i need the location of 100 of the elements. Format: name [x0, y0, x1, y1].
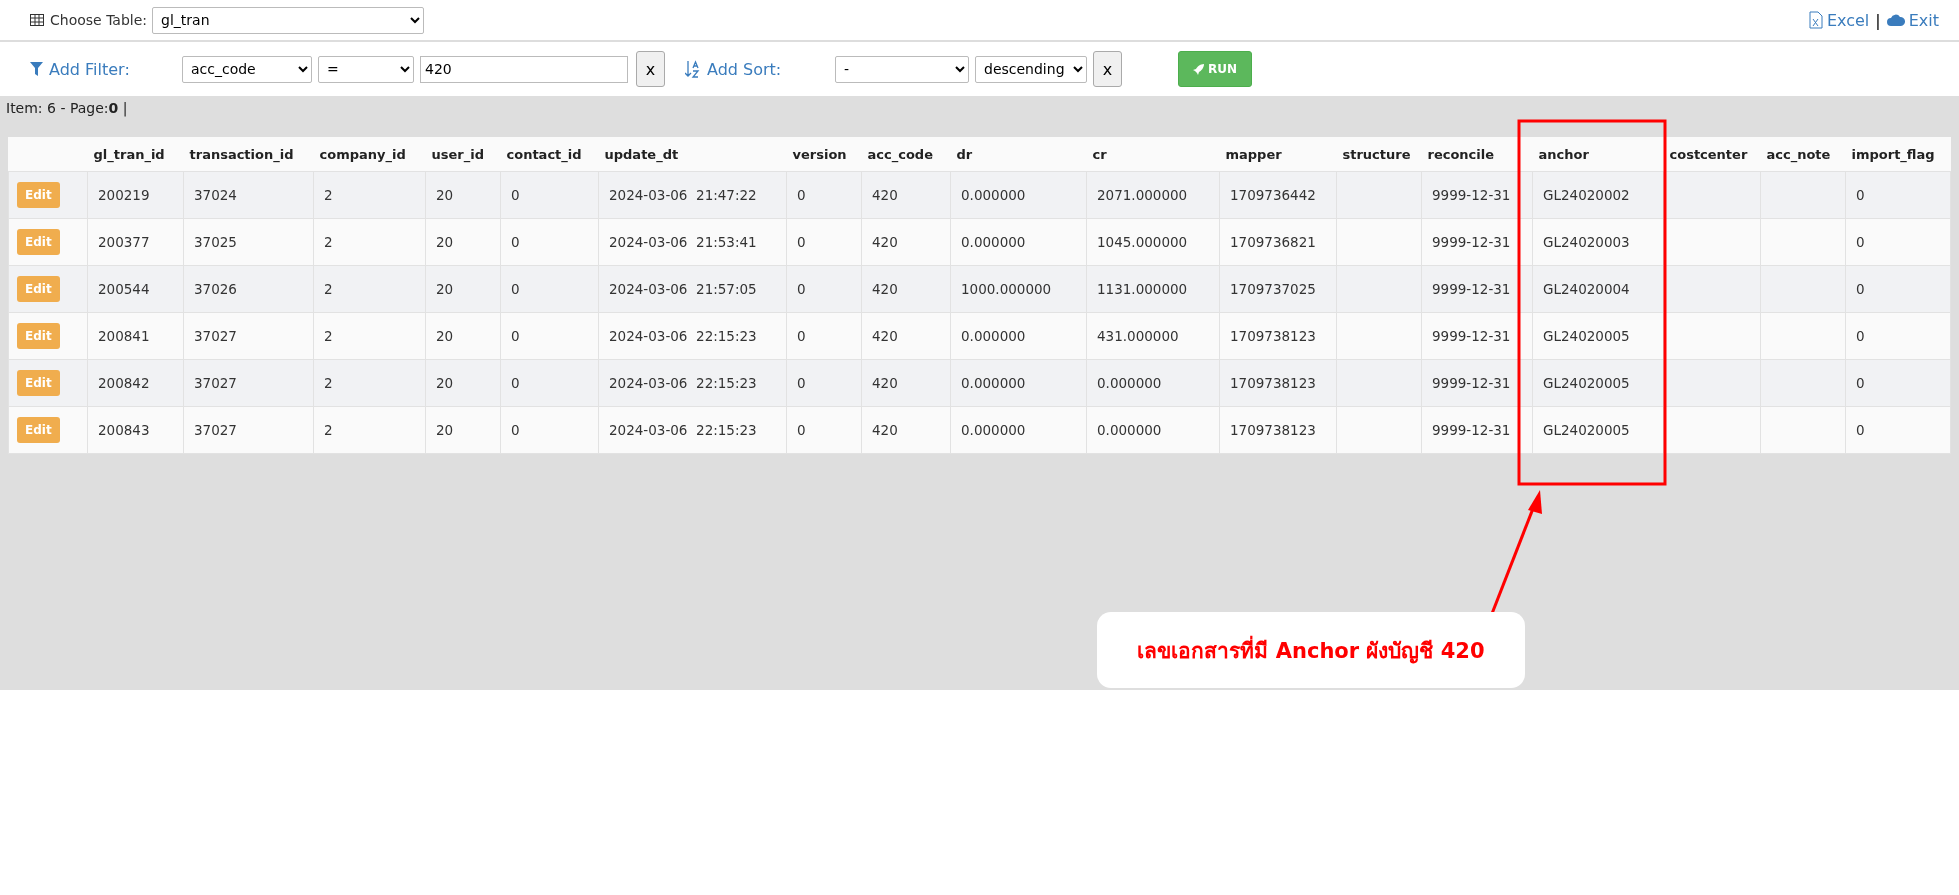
column-header: user_id: [425, 137, 501, 172]
table-cell: 0.000000: [950, 406, 1087, 454]
column-header: transaction_id: [183, 137, 314, 172]
table-cell: 37027: [183, 312, 314, 360]
table-cell: 1709736442: [1219, 171, 1337, 219]
table-cell: 200219: [87, 171, 184, 219]
table-cell: 1709737025: [1219, 265, 1337, 313]
filter-icon: [30, 62, 43, 76]
table-cell: 2: [313, 218, 426, 266]
table-cell: 0: [1845, 312, 1951, 360]
clear-filter-button[interactable]: x: [636, 51, 665, 87]
exit-link[interactable]: Exit: [1908, 10, 1939, 30]
table-cell: 200841: [87, 312, 184, 360]
column-header: costcenter: [1663, 137, 1761, 172]
clear-sort-button[interactable]: x: [1093, 51, 1122, 87]
table-cell: GL24020004: [1532, 265, 1664, 313]
table-cell: 0: [500, 218, 599, 266]
table-cell: 200843: [87, 406, 184, 454]
table-cell: 2024-03-06 21:53:41: [598, 218, 787, 266]
table-cell: 0: [786, 312, 862, 360]
table-cell: 20: [425, 218, 501, 266]
table-cell: 0.000000: [950, 359, 1087, 407]
rocket-icon: [1193, 63, 1204, 75]
table-cell: 37027: [183, 406, 314, 454]
table-cell: 37025: [183, 218, 314, 266]
table-cell: 1709736821: [1219, 218, 1337, 266]
choose-table-label: Choose Table:: [50, 12, 148, 28]
table-select[interactable]: gl_tran: [152, 6, 425, 34]
table-cell: 20: [425, 312, 501, 360]
cloud-icon: [1886, 13, 1905, 27]
column-header: contact_id: [500, 137, 599, 172]
item-page-status: Item: 6 - Page:0 |: [5, 99, 129, 119]
table-cell: 9999-12-31: [1421, 171, 1533, 219]
table-cell: 9999-12-31: [1421, 359, 1533, 407]
column-header: cr: [1086, 137, 1220, 172]
table-cell: GL24020002: [1532, 171, 1664, 219]
column-header: acc_code: [861, 137, 951, 172]
column-header: anchor: [1532, 137, 1664, 172]
table-cell: 1045.000000: [1086, 218, 1220, 266]
run-button[interactable]: RUN: [1178, 51, 1252, 87]
table-cell: 0: [1845, 406, 1951, 454]
table-cell: 0.000000: [950, 171, 1087, 219]
table-cell: 2: [313, 406, 426, 454]
table-cell: 431.000000: [1086, 312, 1220, 360]
column-header: import_flag: [1845, 137, 1951, 172]
table-cell: 9999-12-31: [1421, 312, 1533, 360]
table-cell: 9999-12-31: [1421, 406, 1533, 454]
table-cell: 2024-03-06 21:47:22: [598, 171, 787, 219]
table-cell: 20: [425, 359, 501, 407]
sort-order-select[interactable]: descending: [975, 55, 1087, 83]
separator: |: [1875, 10, 1881, 30]
table-cell: 420: [861, 265, 951, 313]
sort-field-select[interactable]: -: [835, 55, 969, 83]
table-cell: 9999-12-31: [1421, 218, 1533, 266]
table-cell: 420: [861, 359, 951, 407]
table-cell: GL24020003: [1532, 218, 1664, 266]
table-cell: 1131.000000: [1086, 265, 1220, 313]
table-cell: 9999-12-31: [1421, 265, 1533, 313]
column-header: mapper: [1219, 137, 1337, 172]
column-header: acc_note: [1760, 137, 1846, 172]
table-cell: 0: [1845, 171, 1951, 219]
table-cell: 2: [313, 265, 426, 313]
column-header: structure: [1336, 137, 1422, 172]
filter-value-field[interactable]: 420: [420, 55, 628, 83]
table-cell: 37027: [183, 359, 314, 407]
table-cell: 37026: [183, 265, 314, 313]
table-cell: 1709738123: [1219, 312, 1337, 360]
table-cell: 0: [1845, 218, 1951, 266]
table-cell: 0: [1845, 359, 1951, 407]
table-cell: 1709738123: [1219, 406, 1337, 454]
table-cell: 420: [861, 218, 951, 266]
table-cell: 0: [786, 218, 862, 266]
table-cell: 1000.000000: [950, 265, 1087, 313]
table-cell: 37024: [183, 171, 314, 219]
table-cell: GL24020005: [1532, 359, 1664, 407]
table-cell: 0.000000: [950, 218, 1087, 266]
table-cell: 2071.000000: [1086, 171, 1220, 219]
table-cell: 2024-03-06 22:15:23: [598, 406, 787, 454]
table-cell: 0: [500, 171, 599, 219]
excel-link[interactable]: Excel: [1826, 10, 1870, 30]
table-cell: 20: [425, 406, 501, 454]
sort-icon: [685, 60, 701, 78]
table-cell: 420: [861, 312, 951, 360]
column-header: reconcile: [1421, 137, 1533, 172]
table-cell: 200377: [87, 218, 184, 266]
table-cell: 0.000000: [950, 312, 1087, 360]
table-cell: 0: [786, 171, 862, 219]
add-filter-label: Add Filter:: [49, 59, 131, 79]
table-cell: 0: [500, 265, 599, 313]
filter-field-select[interactable]: acc_code: [182, 55, 312, 83]
table-cell: 0: [786, 359, 862, 407]
document-icon: [1808, 11, 1823, 29]
table-cell: 20: [425, 265, 501, 313]
table-cell: 2: [313, 359, 426, 407]
table-cell: 0: [500, 406, 599, 454]
operator-select[interactable]: =: [318, 55, 414, 83]
column-header: gl_tran_id: [87, 137, 184, 172]
table-cell: 2: [313, 171, 426, 219]
column-header: company_id: [313, 137, 426, 172]
column-header: version: [786, 137, 862, 172]
